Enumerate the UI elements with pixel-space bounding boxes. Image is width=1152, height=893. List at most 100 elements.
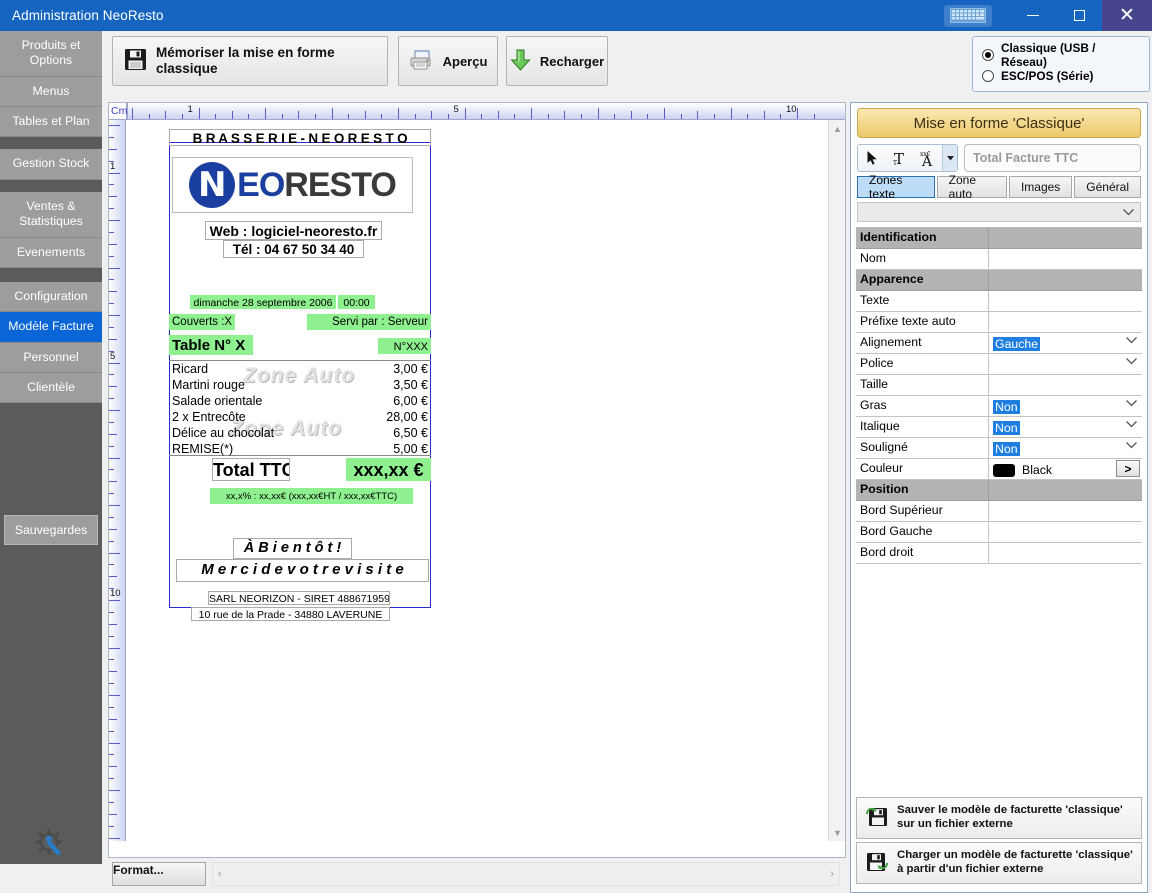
- receipt-tel[interactable]: Tél : 04 67 50 34 40: [223, 240, 364, 258]
- sidebar-item-clientele[interactable]: Clientèle: [0, 372, 102, 404]
- property-row[interactable]: Alignement Gauche: [856, 333, 1142, 354]
- ruler-tick: [109, 469, 114, 471]
- zone-select-combo[interactable]: [857, 202, 1141, 222]
- receipt-line[interactable]: Martini rouge 3,50 €: [172, 378, 428, 394]
- receipt-line[interactable]: Ricard 3,00 €: [172, 362, 428, 378]
- receipt-canvas[interactable]: B R A S S E R I E - N E O R E S T O N EO R…: [127, 121, 827, 823]
- receipt-time[interactable]: 00:00: [338, 295, 375, 309]
- auto-text-tool-icon[interactable]: xx€ A: [914, 145, 942, 171]
- property-row[interactable]: Bord Gauche: [856, 522, 1142, 543]
- property-row[interactable]: Nom: [856, 249, 1142, 270]
- property-value[interactable]: [989, 354, 1142, 374]
- sidebar-item-produits[interactable]: Produits et Options: [0, 31, 102, 77]
- property-row[interactable]: Bord droit: [856, 543, 1142, 564]
- receipt-numero[interactable]: N°XXX: [378, 338, 431, 354]
- chevron-down-icon[interactable]: [1126, 420, 1137, 431]
- keyboard-icon[interactable]: [944, 4, 992, 27]
- property-row[interactable]: Souligné Non: [856, 438, 1142, 459]
- selected-zone-field[interactable]: Total Facture TTC: [964, 144, 1141, 172]
- tab-zone-auto[interactable]: Zone auto: [936, 173, 1007, 201]
- receipt-line[interactable]: 2 x Entrecôte 28,00 €: [172, 410, 428, 426]
- scroll-up-icon[interactable]: ▲: [829, 120, 846, 137]
- property-row[interactable]: Taille: [856, 375, 1142, 396]
- receipt-logo[interactable]: N EO RESTO: [172, 157, 413, 213]
- receipt-couverts[interactable]: Couverts :X: [169, 314, 235, 330]
- receipt-line[interactable]: REMISE(*) 5,00 €: [172, 442, 428, 458]
- ruler-tick: [109, 398, 114, 400]
- sidebar-item-ventes[interactable]: Ventes & Statistiques: [0, 191, 102, 238]
- sidebar-item-configuration[interactable]: Configuration: [0, 281, 102, 313]
- receipt-total-value[interactable]: xxx,xx €: [346, 458, 431, 481]
- text-tool-icon[interactable]: TT: [886, 145, 914, 171]
- sidebar-item-sauvegardes[interactable]: Sauvegardes: [4, 515, 98, 546]
- tab-images[interactable]: Images: [1008, 176, 1073, 198]
- minimize-button[interactable]: [1010, 0, 1056, 31]
- receipt-total-label[interactable]: Total TTC: [212, 458, 290, 481]
- sidebar-item-personnel[interactable]: Personnel: [0, 342, 102, 373]
- scroll-right-icon[interactable]: ›: [830, 868, 834, 880]
- receipt-table[interactable]: Table N° X: [169, 335, 253, 355]
- property-row[interactable]: Police: [856, 354, 1142, 375]
- sidebar-item-gestion-stock[interactable]: Gestion Stock: [0, 149, 102, 180]
- property-value[interactable]: [989, 312, 1142, 332]
- property-row[interactable]: Italique Non: [856, 417, 1142, 438]
- chevron-down-icon[interactable]: [1126, 441, 1137, 452]
- save-template-button[interactable]: Sauver le modèle de facturette 'classiqu…: [856, 797, 1142, 840]
- property-value[interactable]: [989, 501, 1142, 521]
- radio-classique[interactable]: Classique (USB / Réseau): [982, 41, 1140, 69]
- receipt-address[interactable]: 10 rue de la Prade - 34880 LAVERUNE: [191, 607, 390, 621]
- property-value[interactable]: [989, 522, 1142, 542]
- receipt-line[interactable]: Salade orientale 6,00 €: [172, 394, 428, 410]
- property-value[interactable]: Non: [989, 438, 1142, 458]
- scroll-down-icon[interactable]: ▼: [829, 824, 846, 841]
- close-button[interactable]: ✕: [1102, 0, 1152, 31]
- receipt-bientot[interactable]: À B i e n t ô t !: [233, 538, 352, 559]
- property-row[interactable]: Couleur Black >: [856, 459, 1142, 480]
- editor-horizontal-scrollbar[interactable]: ‹ ›: [212, 862, 840, 886]
- tab-general[interactable]: Général: [1074, 176, 1141, 198]
- property-value[interactable]: [989, 291, 1142, 311]
- property-value[interactable]: Non: [989, 417, 1142, 437]
- receipt-tva-line[interactable]: xx,x% : xx,xx€ (xxx,xx€HT / xxx,xx€TTC): [210, 488, 413, 504]
- memoriser-button[interactable]: Mémoriser la mise en forme classique: [112, 36, 388, 86]
- select-arrow-icon[interactable]: [858, 145, 886, 171]
- format-button[interactable]: Format...: [112, 862, 206, 886]
- property-value[interactable]: Gauche: [989, 333, 1142, 353]
- color-picker-button[interactable]: >: [1116, 460, 1140, 477]
- property-value-text: Gauche: [993, 337, 1041, 351]
- receipt-date[interactable]: dimanche 28 septembre 2006: [190, 295, 336, 309]
- receipt-line[interactable]: Délice au chocolat 6,50 €: [172, 426, 428, 442]
- chevron-down-icon[interactable]: [1126, 336, 1137, 347]
- property-value[interactable]: [989, 543, 1142, 563]
- chevron-down-icon[interactable]: [942, 145, 957, 171]
- property-row[interactable]: Préfixe texte auto: [856, 312, 1142, 333]
- property-row[interactable]: Texte: [856, 291, 1142, 312]
- maximize-button[interactable]: [1056, 0, 1102, 31]
- ruler-tick: [109, 374, 114, 376]
- sidebar-item-modele-facture[interactable]: Modèle Facture: [0, 312, 102, 343]
- sidebar-item-evenements[interactable]: Evenements: [0, 237, 102, 268]
- load-template-button[interactable]: Charger un modèle de facturette 'classiq…: [856, 842, 1142, 884]
- receipt-merci[interactable]: M e r c i d e v o t r e v i s i t e: [176, 559, 429, 582]
- radio-escpos-mark: [982, 69, 994, 82]
- property-value[interactable]: [989, 249, 1142, 269]
- sidebar-item-menus[interactable]: Menus: [0, 76, 102, 108]
- sidebar-item-tables[interactable]: Tables et Plan: [0, 107, 102, 138]
- gear-wrench-icon[interactable]: [0, 828, 102, 860]
- chevron-down-icon[interactable]: [1126, 399, 1137, 410]
- receipt-siret[interactable]: SARL NEORIZON - SIRET 488671959: [208, 591, 390, 605]
- property-value[interactable]: Black >: [989, 459, 1142, 479]
- receipt-servi-par[interactable]: Servi par : Serveur: [307, 314, 431, 330]
- receipt-header[interactable]: B R A S S E R I E - N E O R E S T O: [169, 129, 431, 146]
- property-row[interactable]: Bord Supérieur: [856, 501, 1142, 522]
- property-row[interactable]: Gras Non: [856, 396, 1142, 417]
- apercu-button[interactable]: Aperçu: [398, 36, 498, 86]
- property-value[interactable]: Non: [989, 396, 1142, 416]
- receipt-web[interactable]: Web : logiciel-neoresto.fr: [205, 221, 382, 240]
- scroll-left-icon[interactable]: ‹: [218, 868, 222, 880]
- recharger-button[interactable]: Recharger: [506, 36, 608, 86]
- tab-zones-texte[interactable]: Zones texte: [857, 173, 935, 201]
- property-value[interactable]: [989, 375, 1142, 395]
- editor-vertical-scrollbar[interactable]: ▲ ▼: [828, 120, 845, 841]
- chevron-down-icon[interactable]: [1126, 357, 1137, 368]
